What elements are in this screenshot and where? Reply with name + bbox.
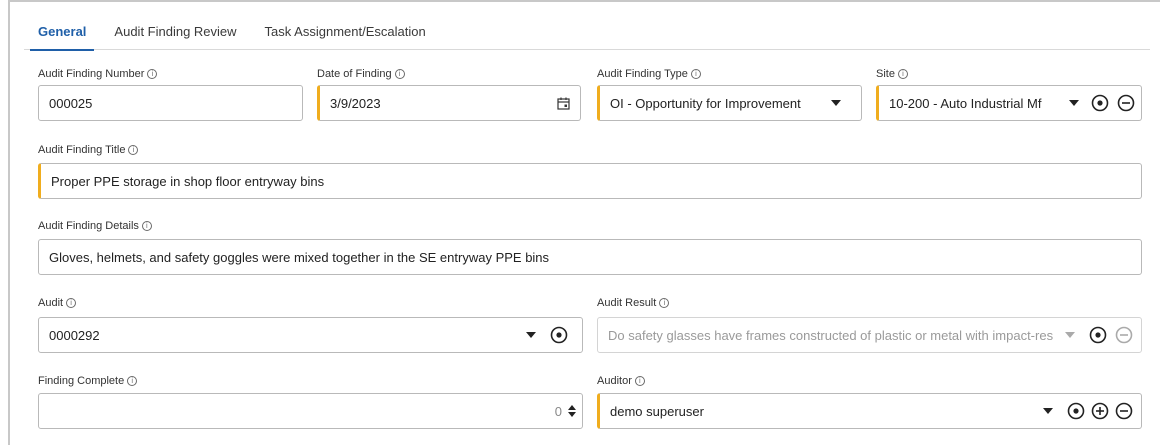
auditor-label: Auditor i [597, 375, 645, 387]
chevron-down-icon[interactable] [526, 332, 536, 338]
audit-finding-number-field[interactable]: 000025 [38, 85, 303, 121]
clear-icon[interactable] [1115, 402, 1133, 420]
info-icon[interactable]: i [141, 221, 152, 231]
audit-finding-title-field[interactable]: Proper PPE storage in shop floor entrywa… [38, 163, 1142, 199]
audit-finding-details-label: Audit Finding Details i [38, 220, 152, 232]
tab-task-assignment-escalation[interactable]: Task Assignment/Escalation [251, 14, 440, 50]
finding-complete-stepper[interactable]: 0 [38, 393, 583, 429]
date-of-finding-field[interactable]: 3/9/2023 [317, 85, 581, 121]
select-record-icon[interactable] [1091, 94, 1109, 112]
select-record-icon[interactable] [550, 326, 568, 344]
info-icon[interactable]: i [659, 298, 670, 308]
site-select[interactable]: 10-200 - Auto Industrial Mf [876, 85, 1142, 121]
add-icon[interactable] [1091, 402, 1109, 420]
audit-finding-details-field[interactable]: Gloves, helmets, and safety goggles were… [38, 239, 1142, 275]
audit-finding-type-select[interactable]: OI - Opportunity for Improvement [597, 85, 862, 121]
audit-result-label: Audit Result i [597, 297, 670, 309]
auditor-select[interactable]: demo superuser [597, 393, 1142, 429]
audit-result-select[interactable]: Do safety glasses have frames constructe… [597, 317, 1142, 353]
audit-select[interactable]: 0000292 [38, 317, 583, 353]
info-icon[interactable]: i [394, 69, 405, 79]
stepper-arrows-icon[interactable] [568, 405, 576, 417]
audit-finding-title-label: Audit Finding Title i [38, 144, 139, 156]
audit-label: Audit i [38, 297, 77, 309]
site-label: Site i [876, 68, 908, 80]
info-icon[interactable]: i [147, 69, 158, 79]
tab-audit-finding-review[interactable]: Audit Finding Review [100, 14, 250, 50]
form-panel: General Audit Finding Review Task Assign… [8, 0, 1160, 445]
info-icon[interactable]: i [66, 298, 77, 308]
clear-icon[interactable] [1117, 94, 1135, 112]
select-record-icon[interactable] [1089, 326, 1107, 344]
select-record-icon[interactable] [1067, 402, 1085, 420]
tab-general[interactable]: General [24, 14, 100, 51]
tab-bar: General Audit Finding Review Task Assign… [24, 14, 1150, 51]
date-of-finding-label: Date of Finding i [317, 68, 405, 80]
calendar-icon[interactable] [557, 97, 570, 110]
clear-icon[interactable] [1115, 326, 1133, 344]
chevron-down-icon[interactable] [1043, 408, 1053, 414]
info-icon[interactable]: i [128, 145, 139, 155]
chevron-down-icon[interactable] [1065, 332, 1075, 338]
chevron-down-icon[interactable] [831, 100, 841, 106]
info-icon[interactable]: i [897, 69, 908, 79]
info-icon[interactable]: i [634, 376, 645, 386]
finding-complete-label: Finding Complete i [38, 375, 138, 387]
chevron-down-icon[interactable] [1069, 100, 1079, 106]
audit-finding-type-label: Audit Finding Type i [597, 68, 701, 80]
info-icon[interactable]: i [690, 69, 701, 79]
audit-finding-number-label: Audit Finding Number i [38, 68, 158, 80]
info-icon[interactable]: i [127, 376, 138, 386]
